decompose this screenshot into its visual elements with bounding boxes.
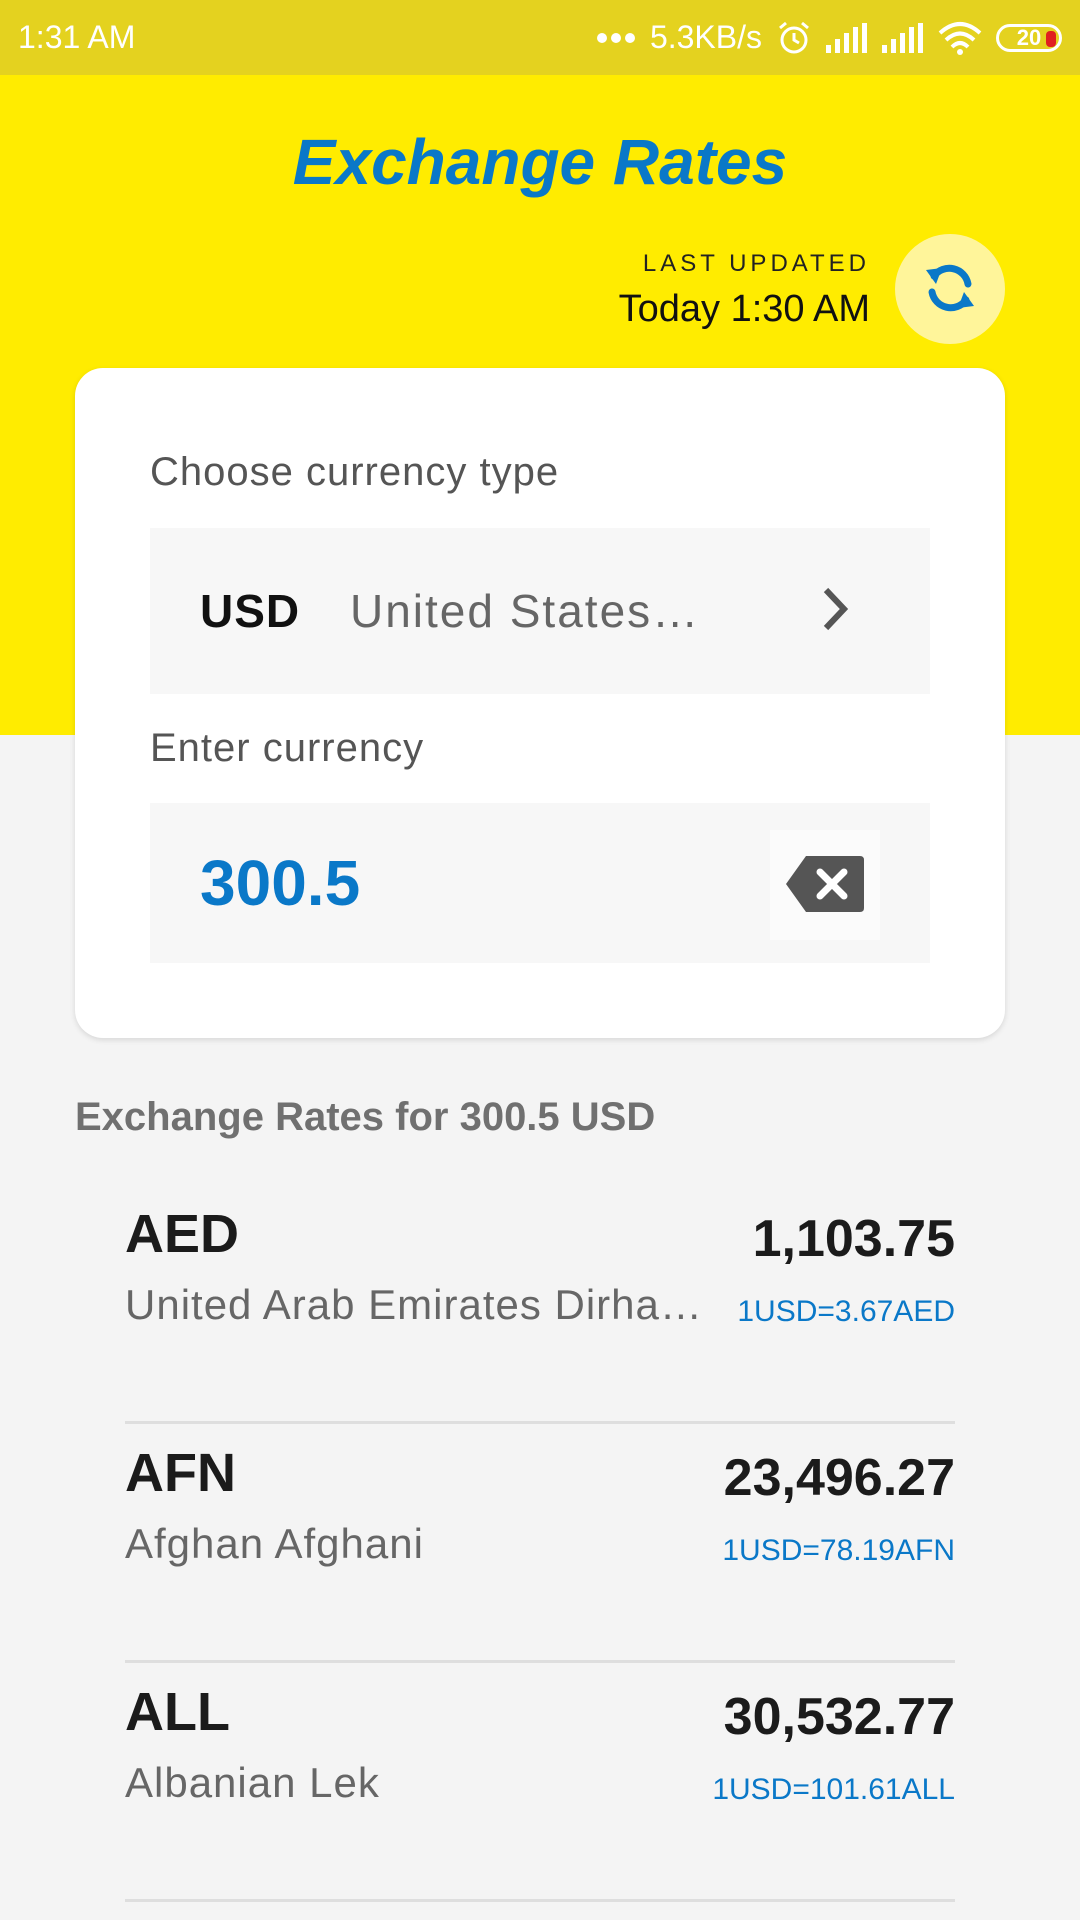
status-bar: 1:31 AM 5.3KB/s 20 xyxy=(0,0,1080,75)
rate-code: AED xyxy=(125,1204,240,1264)
rate-ratio: 1USD=3.67AED xyxy=(737,1295,955,1328)
status-icons: 5.3KB/s 20 xyxy=(596,19,1062,56)
currency-name: United States… xyxy=(350,585,701,637)
page-title: Exchange Rates xyxy=(292,126,788,198)
rate-name: Afghan Afghani xyxy=(125,1520,424,1567)
amount-value: 300.5 xyxy=(200,847,361,919)
rate-ratio: 1USD=78.19AFN xyxy=(722,1534,955,1567)
currency-type-label: Choose currency type xyxy=(150,450,560,494)
signal-icon xyxy=(826,22,868,53)
refresh-icon xyxy=(920,258,980,321)
rates-section-title: Exchange Rates for 300.5 USD xyxy=(75,1095,656,1139)
rate-name: United Arab Emirates Dirha… xyxy=(125,1281,703,1328)
list-item[interactable]: ALL Albanian Lek 30,532.77 1USD=101.61AL… xyxy=(125,1663,955,1902)
amount-input[interactable]: 300.5 xyxy=(150,803,930,963)
backspace-icon xyxy=(786,855,864,915)
rates-list: AED United Arab Emirates Dirha… 1,103.75… xyxy=(125,1185,955,1902)
rate-value: 23,496.27 xyxy=(723,1449,955,1507)
chevron-right-icon xyxy=(820,586,850,637)
last-updated-label: LAST UPDATED xyxy=(642,250,870,277)
rate-code: AFN xyxy=(125,1443,236,1503)
rate-value: 1,103.75 xyxy=(752,1210,955,1268)
wifi-icon xyxy=(938,21,982,55)
rate-name: Albanian Lek xyxy=(125,1759,380,1806)
currency-code: USD xyxy=(200,585,301,637)
alarm-icon xyxy=(776,20,812,56)
amount-label: Enter currency xyxy=(150,726,425,770)
signal-icon xyxy=(882,22,924,53)
rate-ratio: 1USD=101.61ALL xyxy=(712,1773,955,1806)
last-updated: LAST UPDATED Today 1:30 AM xyxy=(619,250,870,331)
list-item[interactable]: AFN Afghan Afghani 23,496.27 1USD=78.19A… xyxy=(125,1424,955,1663)
rate-code: ALL xyxy=(125,1682,230,1742)
battery-level: 20 xyxy=(1016,24,1042,50)
network-speed: 5.3KB/s xyxy=(649,19,762,55)
status-time: 1:31 AM xyxy=(18,19,136,55)
currency-selector[interactable]: USD United States… xyxy=(150,528,930,694)
list-item[interactable]: AED United Arab Emirates Dirha… 1,103.75… xyxy=(125,1185,955,1424)
rate-value: 30,532.77 xyxy=(723,1688,955,1746)
battery-low-indicator xyxy=(1046,30,1056,47)
refresh-button[interactable] xyxy=(895,234,1005,344)
battery-icon: 20 xyxy=(996,23,1062,52)
dots-icon xyxy=(596,32,636,44)
last-updated-value: Today 1:30 AM xyxy=(618,288,870,330)
clear-button[interactable] xyxy=(770,830,880,940)
currency-card: Choose currency type USD United States… … xyxy=(75,368,1005,1038)
